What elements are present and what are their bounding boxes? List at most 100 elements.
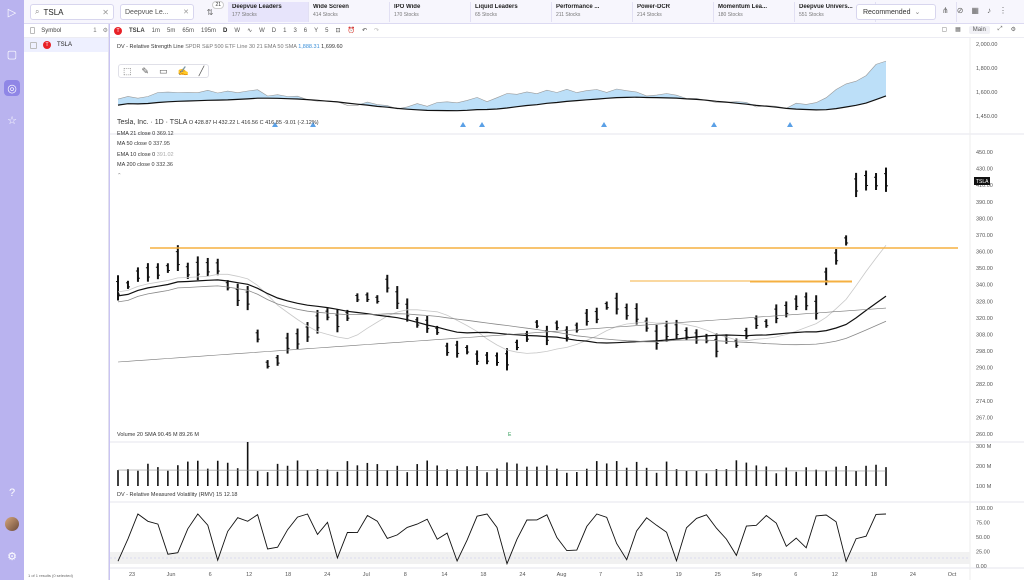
bell-icon[interactable]: ♪: [987, 6, 991, 15]
clear-icon[interactable]: ✕: [102, 8, 109, 17]
screener-icon[interactable]: ◎: [4, 80, 20, 96]
date-axis-tick: Oct: [948, 572, 957, 578]
rmv-value: 12.18: [223, 492, 238, 498]
list-selector[interactable]: Deepvue Le... ✕: [120, 4, 194, 20]
price-axis-tick: 320.00: [976, 316, 993, 322]
rs-value-1: 1,888.31: [298, 44, 320, 50]
chart-area[interactable]: T TSLA 1m 5m 65m 195m D W ∿ W D 1 3 6 Y …: [110, 24, 1024, 580]
date-axis-tick: 18: [285, 572, 291, 578]
tab-screen-count: 211 Stocks: [556, 12, 581, 18]
tab-screen-count: 177 Stocks: [232, 12, 257, 18]
undo-icon[interactable]: ↶: [362, 27, 367, 34]
fullscreen-icon[interactable]: ⤢: [998, 26, 1003, 34]
screen-tabs: Deepvue Leaders 177 Stocks Wide Screen 414 …: [228, 2, 957, 22]
layout-grid-icon[interactable]: ▢: [941, 26, 947, 34]
tab-screen[interactable]: Power-DCR 214 Stocks: [633, 2, 714, 22]
tab-screen[interactable]: Deepvue Leaders 177 Stocks: [228, 2, 309, 22]
indicator-ema21-value: 369.12: [156, 130, 174, 137]
watchlist-panel: Symbol 1 ⚙ T TSLA 1 of 1 results (0 sele…: [24, 24, 109, 580]
share-icon[interactable]: ⋔: [942, 6, 949, 15]
indicators-icon[interactable]: ∿: [247, 27, 252, 34]
layout-icon[interactable]: ▢: [4, 46, 20, 62]
date-axis-tick: 25: [715, 572, 721, 578]
timeframe-5m[interactable]: 5m: [167, 28, 175, 34]
timeframe-195m[interactable]: 195m: [201, 28, 216, 34]
tab-screen[interactable]: Liquid Leaders 65 Stocks: [471, 2, 552, 22]
range-w[interactable]: W: [259, 28, 265, 34]
avatar[interactable]: [5, 517, 19, 531]
rmv-axis-tick: 50.00: [976, 535, 990, 541]
date-axis-tick: 23: [129, 572, 135, 578]
date-axis-tick: 24: [519, 572, 525, 578]
redo-icon[interactable]: ↷: [374, 27, 379, 34]
settings-icon[interactable]: ⚙: [1011, 26, 1016, 34]
layout-dropdown[interactable]: Main: [968, 26, 990, 34]
help-icon[interactable]: ?: [4, 485, 20, 501]
range-d[interactable]: D: [272, 28, 276, 34]
drawing-toolbar: ⬚ ✎ ▭ ✍ ╱: [118, 64, 210, 78]
timeframe-1m[interactable]: 1m: [152, 28, 160, 34]
rs-value-2: 1,699.60: [321, 44, 343, 50]
settings-icon[interactable]: ⚙: [4, 548, 20, 564]
price-axis-tick: 350.00: [976, 266, 993, 272]
tab-screen-name: Momentum Lea...: [718, 4, 768, 10]
price-axis-tick: 308.00: [976, 332, 993, 338]
price-axis-tick: 282.00: [976, 382, 993, 388]
line-tool-icon[interactable]: ╱: [199, 66, 204, 77]
brush-tool-icon[interactable]: ✍: [178, 66, 189, 77]
range-6[interactable]: 6: [304, 28, 307, 34]
price-axis-tick: 360.00: [976, 250, 993, 256]
timeframe-d[interactable]: D: [223, 28, 227, 34]
range-3[interactable]: 3: [293, 28, 296, 34]
clear-list-icon[interactable]: ✕: [183, 8, 189, 16]
layout-toggle-button[interactable]: ⇅ 21: [200, 1, 224, 20]
comment-tool-icon[interactable]: ▭: [159, 66, 168, 77]
pen-tool-icon[interactable]: ✎: [142, 66, 150, 77]
grid-icon[interactable]: ▦: [955, 26, 961, 34]
timeframe-w[interactable]: W: [234, 28, 240, 34]
ohlc-values: O 428.87 H 432.22 L 416.56 C 416.85 -9.0…: [188, 120, 319, 126]
star-icon[interactable]: ☆: [4, 112, 20, 128]
grid-icon[interactable]: ▦: [971, 6, 979, 15]
indicator-ema10-value: 391.02: [156, 151, 174, 158]
row-checkbox[interactable]: [30, 41, 37, 49]
rmv-label: DV - Relative Measured Volatility (RMV) …: [117, 492, 223, 498]
more-icon[interactable]: ⋮: [999, 6, 1007, 15]
select-all-checkbox[interactable]: [30, 27, 36, 34]
date-axis-tick: Aug: [557, 572, 567, 578]
date-axis-tick: 7: [599, 572, 602, 578]
range-5[interactable]: 5: [325, 28, 328, 34]
list-item[interactable]: T TSLA: [24, 38, 108, 52]
price-title: Tesla, Inc. · 1D · TSLA: [117, 119, 188, 126]
alert-icon[interactable]: ⏰: [348, 27, 355, 34]
chart-symbol[interactable]: TSLA: [129, 28, 145, 34]
range-1[interactable]: 1: [283, 28, 286, 34]
timeframe-65m[interactable]: 65m: [182, 28, 194, 34]
camera-icon[interactable]: ⊡: [336, 27, 341, 34]
select-tool-icon[interactable]: ⬚: [123, 66, 132, 77]
link-icon[interactable]: ⊘: [957, 6, 964, 15]
sort-dropdown[interactable]: Recommended ⌄: [856, 4, 936, 20]
indicator-ma200-label: MA 200 close 0: [117, 162, 155, 168]
date-axis-tick: Sep: [752, 572, 762, 578]
volume-axis-tick: 300 M: [976, 444, 992, 450]
tab-screen[interactable]: IPO Wide 170 Stocks: [390, 2, 471, 22]
watchlist-column-symbol[interactable]: Symbol: [41, 28, 61, 34]
list-selector-value: Deepvue Le...: [125, 8, 169, 16]
settings-icon[interactable]: ⚙: [103, 27, 108, 34]
tab-screen[interactable]: Momentum Lea... 180 Stocks: [714, 2, 795, 22]
symbol-search-input[interactable]: ⌕ TSLA ✕: [30, 4, 114, 20]
price-axis-tick: 340.00: [976, 283, 993, 289]
rs-axis-tick: 2,000.00: [976, 42, 997, 48]
watchlist-count: 1: [93, 27, 97, 34]
date-axis-tick: 24: [910, 572, 916, 578]
range-y[interactable]: Y: [314, 28, 318, 34]
price-axis-tick: 298.00: [976, 349, 993, 355]
tab-screen[interactable]: Performance ... 211 Stocks: [552, 2, 633, 22]
new-high-marker: [711, 122, 717, 127]
collapse-icon[interactable]: ⌃: [117, 171, 319, 182]
date-axis-tick: 12: [832, 572, 838, 578]
rs-params: SPDR S&P 500 ETF Line 30 21 EMA 50 SMA: [185, 44, 297, 50]
rs-axis-tick: 1,800.00: [976, 66, 997, 72]
tab-screen[interactable]: Wide Screen 414 Stocks: [309, 2, 390, 22]
